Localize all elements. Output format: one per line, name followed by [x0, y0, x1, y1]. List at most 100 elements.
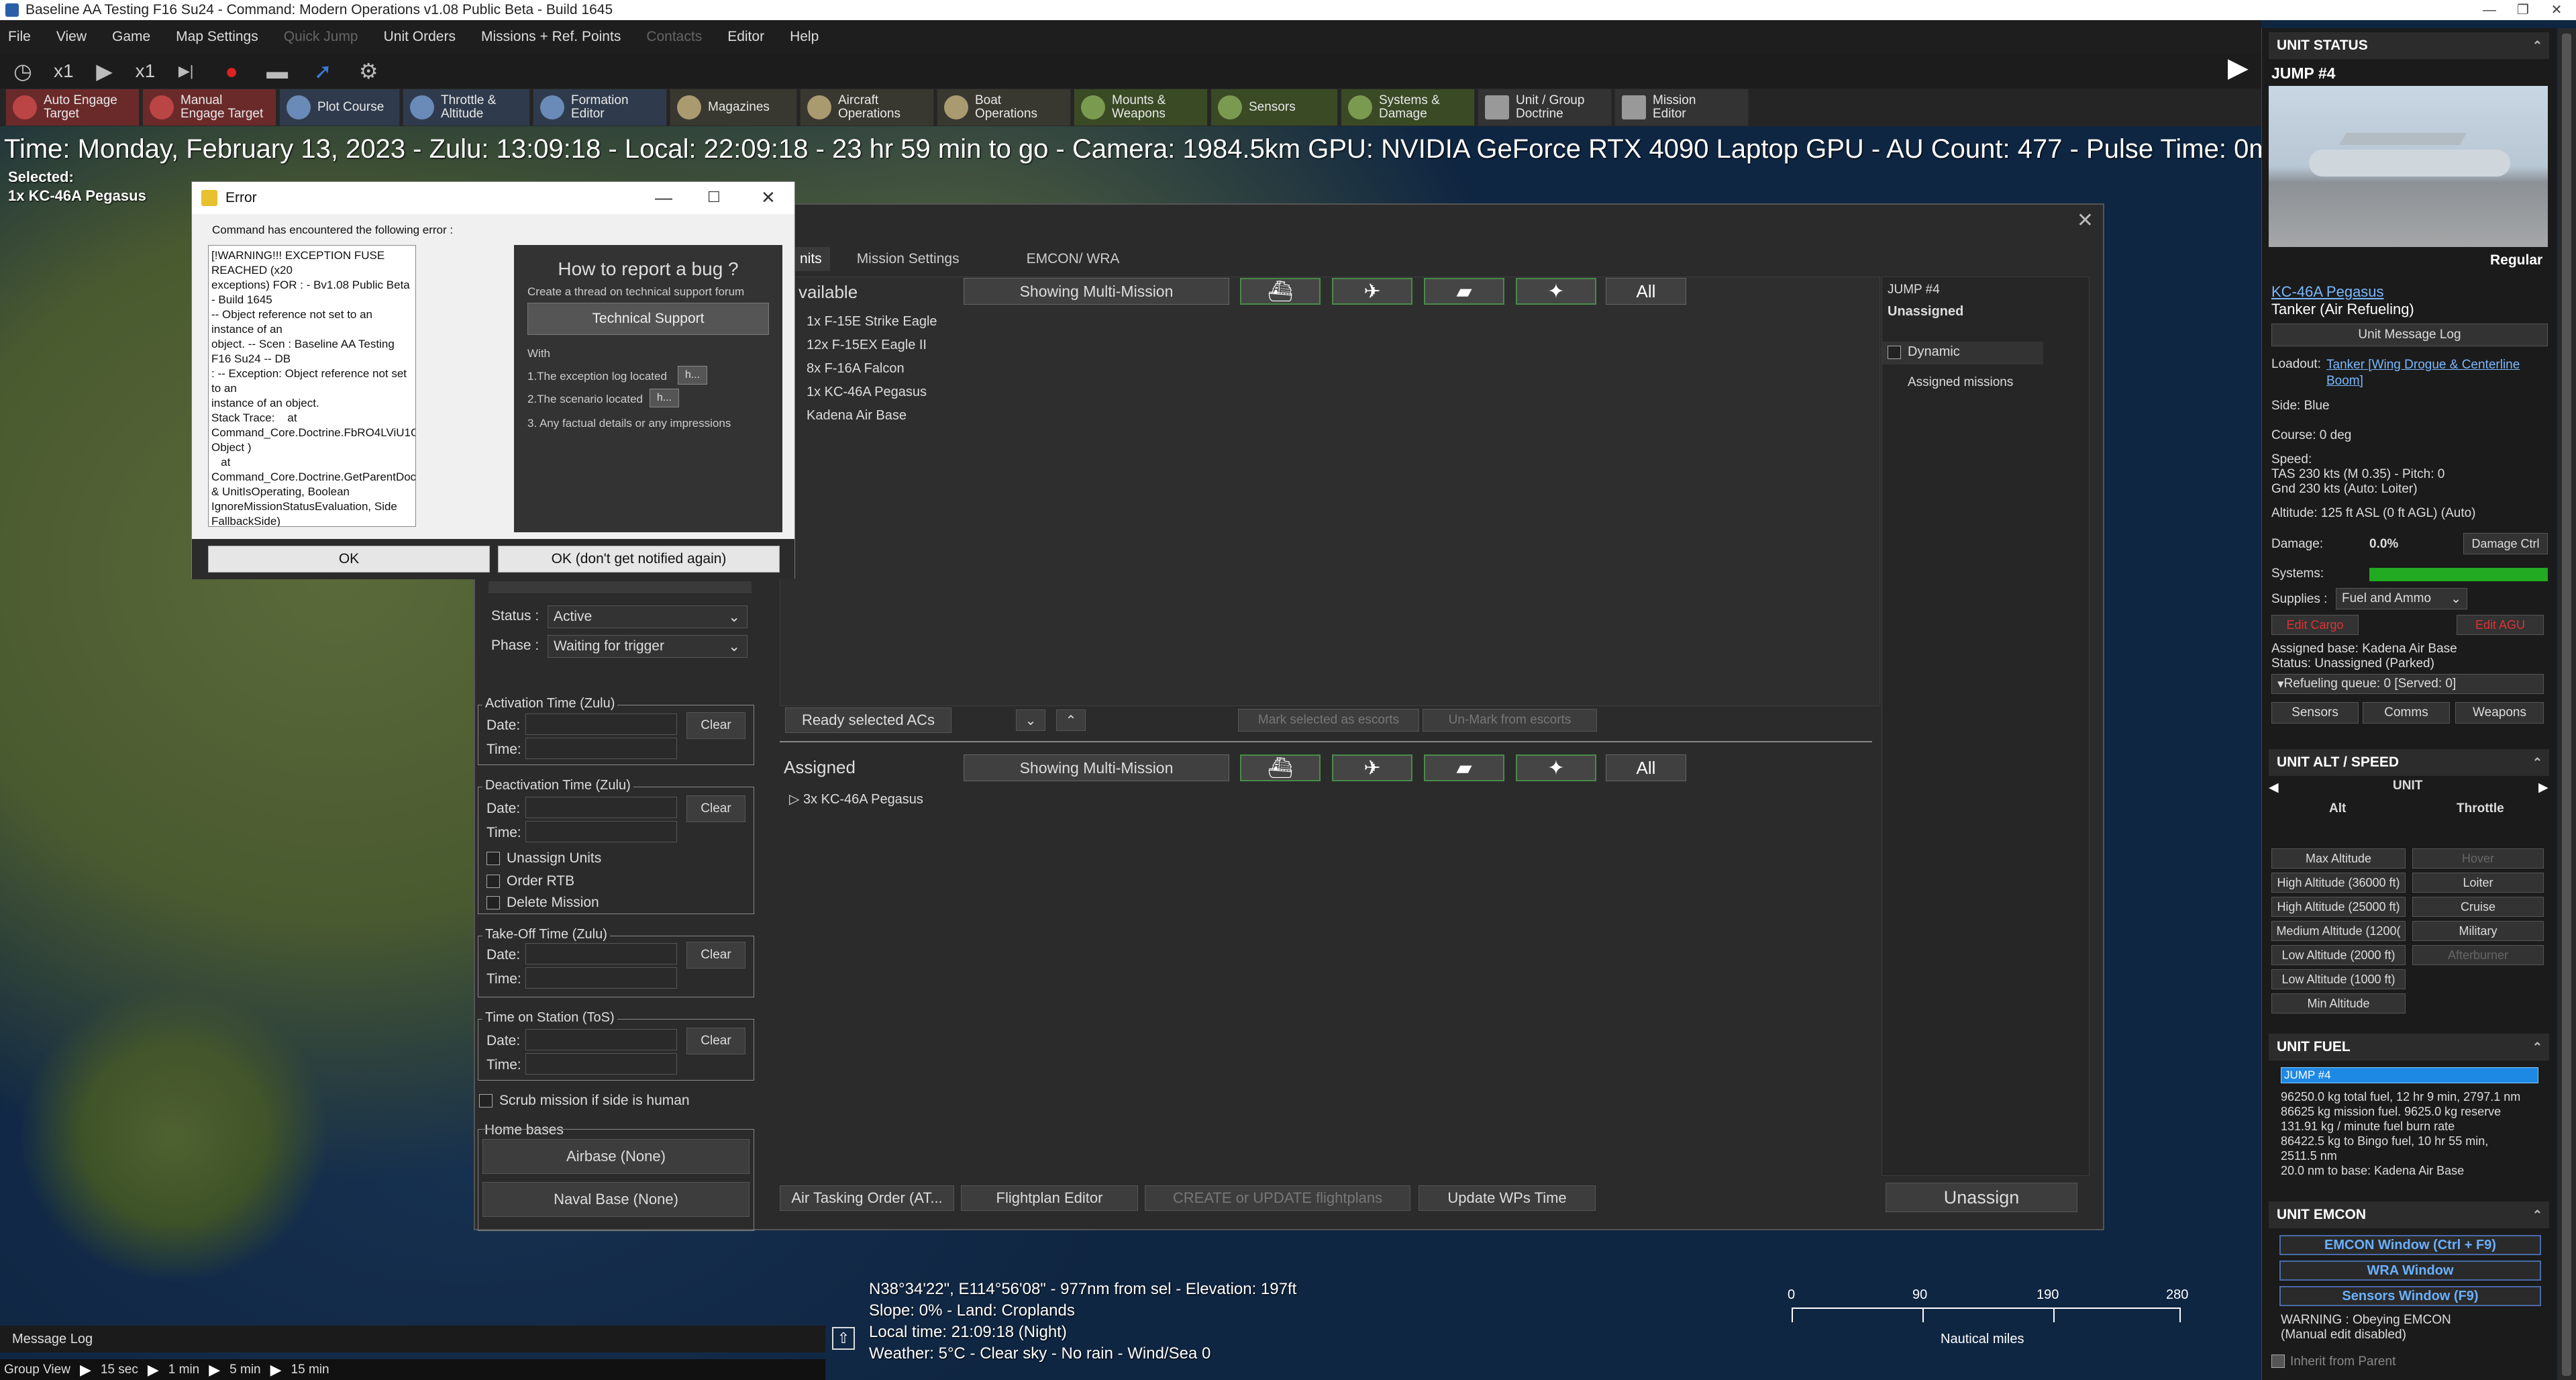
- menu-help[interactable]: Help: [790, 29, 819, 45]
- medium-altitude-button[interactable]: Medium Altitude (1200(: [2271, 921, 2406, 941]
- inherit-checkbox[interactable]: [2271, 1354, 2285, 1368]
- mounts-weapons-button[interactable]: Mounts & Weapons: [1074, 89, 1208, 126]
- mission-editor-button[interactable]: Mission Editor: [1614, 89, 1749, 126]
- close-icon[interactable]: ✕: [761, 187, 776, 208]
- military-button[interactable]: Military: [2412, 921, 2544, 941]
- high-altitude-36000-button[interactable]: High Altitude (36000 ft): [2271, 873, 2406, 893]
- loadout-link[interactable]: Tanker [Wing Drogue & Centerline Boom]: [2326, 357, 2548, 389]
- ato-button[interactable]: Air Tasking Order (AT...: [780, 1185, 954, 1211]
- time-1min[interactable]: 1 min: [168, 1363, 199, 1377]
- activation-date-input[interactable]: [525, 713, 677, 735]
- play-icon[interactable]: ▶: [80, 1361, 91, 1379]
- filter-all-available[interactable]: All: [1606, 278, 1686, 305]
- list-item[interactable]: Kadena Air Base: [807, 404, 937, 428]
- ok-button[interactable]: OK: [208, 546, 490, 573]
- menu-file[interactable]: File: [8, 29, 31, 45]
- damage-control-button[interactable]: Damage Ctrl: [2463, 533, 2548, 554]
- open-scenario-button[interactable]: h...: [650, 389, 679, 407]
- unit-alt-speed-header[interactable]: UNIT ALT / SPEED ⌃: [2269, 749, 2549, 776]
- max-altitude-button[interactable]: Max Altitude: [2271, 848, 2406, 869]
- horizontal-scrollbar[interactable]: [488, 581, 752, 593]
- list-item[interactable]: 8x F-16A Falcon: [807, 357, 937, 381]
- clear-button[interactable]: Clear: [686, 795, 745, 822]
- emcon-window-button[interactable]: EMCON Window (Ctrl + F9): [2279, 1235, 2541, 1255]
- filter-ship-icon[interactable]: ⛴: [1240, 754, 1321, 781]
- play-icon[interactable]: ▶: [209, 1361, 220, 1379]
- min-altitude-button[interactable]: Min Altitude: [2271, 993, 2406, 1014]
- filter-satellite-icon[interactable]: ✦: [1516, 754, 1596, 781]
- navalbase-button[interactable]: Naval Base (None): [482, 1182, 750, 1217]
- auto-engage-button[interactable]: Auto Engage Target: [5, 89, 140, 126]
- menu-editor[interactable]: Editor: [727, 29, 764, 45]
- menu-missions[interactable]: Missions + Ref. Points: [481, 29, 621, 45]
- clear-button[interactable]: Clear: [686, 942, 745, 969]
- ready-selected-button[interactable]: Ready selected ACs: [785, 707, 951, 733]
- prev-unit-icon[interactable]: ◀: [2269, 780, 2279, 795]
- sensors-button[interactable]: Sensors: [1210, 89, 1338, 126]
- time-15min[interactable]: 15 min: [291, 1363, 329, 1377]
- order-rtb-checkbox[interactable]: [486, 875, 500, 888]
- create-flightplans-button[interactable]: CREATE or UPDATE flightplans: [1145, 1185, 1410, 1211]
- camera-icon[interactable]: ▬: [262, 58, 292, 85]
- clear-button[interactable]: Clear: [686, 1028, 745, 1054]
- showing-filter-available[interactable]: Showing Multi-Mission: [964, 278, 1229, 305]
- filter-all-assigned[interactable]: All: [1606, 754, 1686, 781]
- filter-aircraft-icon[interactable]: ✈: [1332, 278, 1412, 305]
- mark-escorts-button[interactable]: Mark selected as escorts: [1238, 709, 1419, 732]
- scrub-checkbox[interactable]: [479, 1094, 493, 1107]
- tab-emcon-wra[interactable]: EMCON/ WRA: [1027, 251, 1120, 267]
- menu-unit-orders[interactable]: Unit Orders: [384, 29, 456, 45]
- aircraft-operations-button[interactable]: Aircraft Operations: [800, 89, 934, 126]
- maximize-icon[interactable]: ☐: [707, 189, 721, 206]
- unit-status-header[interactable]: UNIT STATUS ⌃: [2269, 32, 2549, 59]
- pointer-icon[interactable]: ➚: [308, 58, 338, 85]
- afterburner-button[interactable]: Afterburner: [2412, 945, 2544, 965]
- list-item[interactable]: 12x F-15EX Eagle II: [807, 334, 937, 357]
- high-altitude-25000-button[interactable]: High Altitude (25000 ft): [2271, 897, 2406, 917]
- takeoff-time-input[interactable]: [525, 967, 677, 989]
- deactivation-date-input[interactable]: [525, 797, 677, 818]
- time-15sec[interactable]: 15 sec: [101, 1363, 138, 1377]
- list-item[interactable]: 1x KC-46A Pegasus: [807, 381, 937, 404]
- showing-filter-assigned[interactable]: Showing Multi-Mission: [964, 754, 1229, 781]
- cruise-button[interactable]: Cruise: [2412, 897, 2544, 917]
- menu-view[interactable]: View: [56, 29, 87, 45]
- collapse-icon[interactable]: ⌃: [2532, 39, 2542, 53]
- tab-mission-settings[interactable]: Mission Settings: [857, 251, 960, 267]
- phase-dropdown[interactable]: Waiting for trigger ⌄: [548, 635, 748, 658]
- collapse-panel-icon[interactable]: ▶: [2228, 52, 2249, 83]
- recenter-icon[interactable]: ⇧: [832, 1327, 855, 1350]
- tos-time-input[interactable]: [525, 1053, 677, 1075]
- activation-time-input[interactable]: [525, 738, 677, 759]
- airbase-button[interactable]: Airbase (None): [482, 1139, 750, 1174]
- close-icon[interactable]: ✕: [2536, 0, 2576, 20]
- filter-satellite-icon[interactable]: ✦: [1516, 278, 1596, 305]
- filter-aircraft-icon[interactable]: ✈: [1332, 754, 1412, 781]
- move-up-icon[interactable]: ⌃: [1056, 709, 1086, 731]
- tos-date-input[interactable]: [525, 1029, 677, 1050]
- step-icon[interactable]: ▶|: [171, 58, 201, 85]
- menu-game[interactable]: Game: [112, 29, 150, 45]
- unmark-escorts-button[interactable]: Un-Mark from escorts: [1423, 709, 1597, 732]
- minimize-icon[interactable]: —: [655, 187, 672, 208]
- low-altitude-1000-button[interactable]: Low Altitude (1000 ft): [2271, 969, 2406, 989]
- unassign-button[interactable]: Unassign: [1886, 1183, 2077, 1212]
- unit-emcon-header[interactable]: UNIT EMCON ⌃: [2269, 1201, 2549, 1228]
- comms-tab[interactable]: Comms: [2363, 702, 2450, 724]
- systems-damage-button[interactable]: Systems & Damage: [1341, 89, 1475, 126]
- play-icon[interactable]: ▶: [90, 58, 119, 85]
- clock-icon[interactable]: ◷: [8, 58, 38, 85]
- menu-contacts[interactable]: Contacts: [646, 29, 702, 45]
- list-item[interactable]: 1x F-15E Strike Eagle: [807, 310, 937, 334]
- deactivation-time-input[interactable]: [525, 821, 677, 842]
- move-down-icon[interactable]: ⌄: [1016, 709, 1045, 731]
- filter-ship-icon[interactable]: ⛴: [1240, 278, 1321, 305]
- weapons-tab[interactable]: Weapons: [2455, 702, 2544, 724]
- collapse-icon[interactable]: ⌃: [2532, 1208, 2542, 1222]
- low-altitude-2000-button[interactable]: Low Altitude (2000 ft): [2271, 945, 2406, 965]
- formation-editor-button[interactable]: Formation Editor: [533, 89, 667, 126]
- sensors-window-button[interactable]: Sensors Window (F9): [2279, 1286, 2541, 1306]
- menu-map-settings[interactable]: Map Settings: [176, 29, 258, 45]
- dynamic-checkbox[interactable]: [1888, 346, 1901, 359]
- ok-dont-notify-button[interactable]: OK (don't get notified again): [498, 546, 780, 573]
